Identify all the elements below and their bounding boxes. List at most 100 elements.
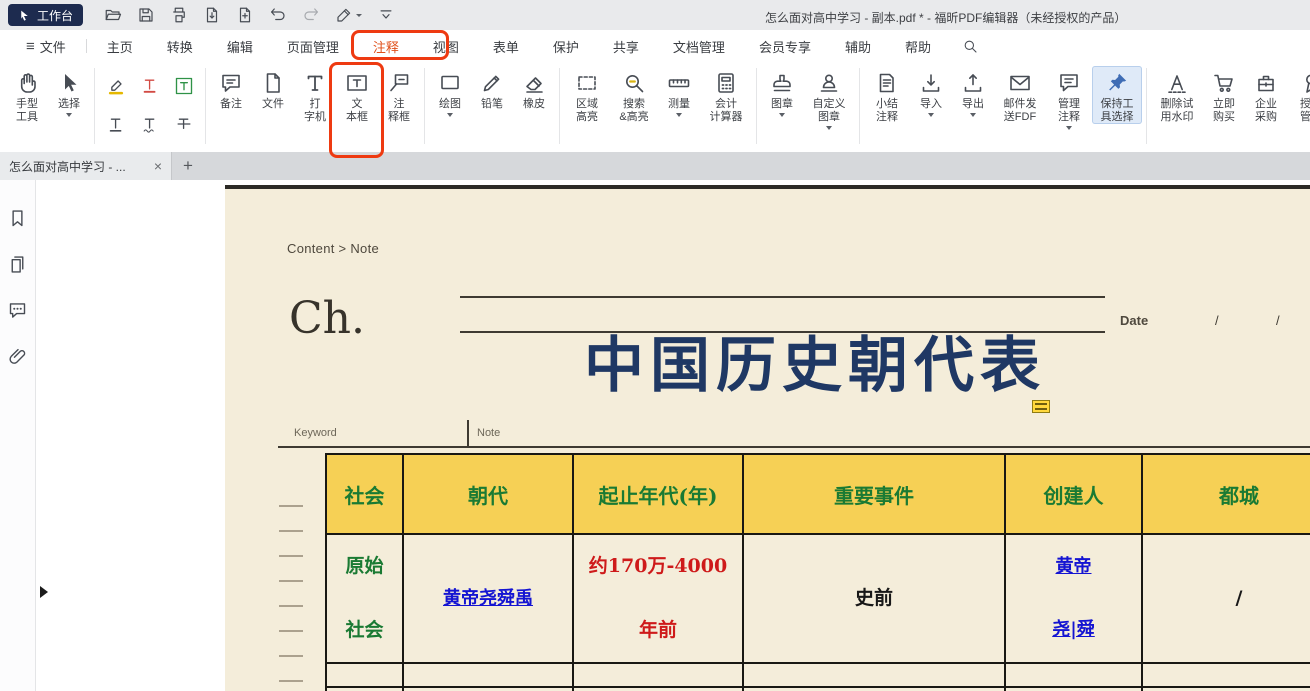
typewriter-icon: [303, 68, 327, 98]
menu-document-management[interactable]: 文档管理: [657, 30, 741, 62]
measure-button[interactable]: 测量: [658, 66, 700, 124]
table-header-2: 起止年代(年): [574, 455, 744, 533]
ribbon-separator: [205, 68, 206, 144]
doc-link[interactable]: 黄帝尧舜禹: [443, 588, 533, 610]
sticky-note-icon[interactable]: [1032, 400, 1050, 413]
file-attach-button[interactable]: 文件: [252, 66, 294, 124]
clip-icon: [7, 346, 28, 367]
menu-edit[interactable]: 编辑: [211, 30, 269, 62]
save-button[interactable]: [134, 3, 158, 27]
text-markup-grid: [99, 66, 201, 144]
callout-icon: [387, 68, 411, 98]
button-label: 打字机: [304, 98, 326, 124]
export-pdf-button[interactable]: [200, 3, 224, 27]
button-label: 导入: [920, 98, 942, 111]
customstamp-icon: [817, 68, 841, 98]
highlight-tool[interactable]: [99, 66, 133, 105]
export-comments-button[interactable]: 导出: [952, 66, 994, 124]
menubar-divider: [86, 39, 87, 53]
menu-share[interactable]: 共享: [597, 30, 655, 62]
menu-home[interactable]: 主页: [91, 30, 149, 62]
accounting-calculator-button[interactable]: 会计计算器: [700, 66, 752, 124]
more-icon: [377, 6, 395, 24]
menu-comment[interactable]: 注释: [357, 30, 415, 62]
eraser-icon: [522, 68, 546, 98]
document-tab[interactable]: 怎么面对高中学习 - ... ×: [0, 152, 172, 180]
menu-view[interactable]: 视图: [417, 30, 475, 62]
redo-button[interactable]: [299, 3, 323, 27]
print-button[interactable]: [167, 3, 191, 27]
typewriter-button[interactable]: 打字机: [294, 66, 336, 124]
doc-link[interactable]: 黄帝: [1056, 556, 1092, 578]
menu-page-management[interactable]: 页面管理: [271, 30, 355, 62]
new-tab-button[interactable]: +: [172, 152, 204, 180]
select-tool-button[interactable]: 选择: [48, 66, 90, 124]
open-file-button[interactable]: [101, 3, 125, 27]
menu-label: 视图: [433, 37, 459, 56]
textbox-icon: [345, 68, 369, 98]
underline-tool[interactable]: [99, 105, 133, 144]
button-label: 选择: [58, 98, 80, 111]
license-management-button[interactable]: 授权管理: [1287, 66, 1310, 124]
enterprise-purchase-button[interactable]: 企业采购: [1245, 66, 1287, 124]
button-label: 文本框: [346, 98, 368, 124]
menu-file[interactable]: ≡文件: [10, 30, 82, 62]
squiggly-underline-tool[interactable]: [133, 105, 167, 144]
import-comments-button[interactable]: 导入: [910, 66, 952, 124]
comments-panel-button[interactable]: [6, 298, 30, 322]
manage-comments-button[interactable]: 管理注释: [1046, 66, 1092, 130]
textbox-button[interactable]: 文本框: [336, 66, 378, 124]
custom-stamp-button[interactable]: 自定义图章: [803, 66, 855, 130]
pages-panel-button[interactable]: [6, 252, 30, 276]
strikeout-tool[interactable]: [167, 105, 201, 144]
doc-chapter-label: Ch.: [289, 293, 365, 344]
table-cell-r0c0: 原始社会: [327, 535, 404, 662]
drawing-button[interactable]: 绘图: [429, 66, 471, 124]
workspace-button[interactable]: 工作台: [8, 4, 83, 26]
undo-button[interactable]: [266, 3, 290, 27]
menu-help[interactable]: 帮助: [889, 30, 947, 62]
menu-assist[interactable]: 辅助: [829, 30, 887, 62]
search-highlight-button[interactable]: 搜索&高亮: [610, 66, 658, 124]
menu-form[interactable]: 表单: [477, 30, 535, 62]
boxed-text-tool[interactable]: [167, 66, 201, 105]
keep-tool-selected-button[interactable]: 保持工具选择: [1092, 66, 1142, 124]
bookmarks-panel-button[interactable]: [6, 206, 30, 230]
pencil-button[interactable]: 铅笔: [471, 66, 513, 124]
menubar: ≡文件主页转换编辑页面管理注释视图表单保护共享文档管理会员专享辅助帮助: [0, 30, 1310, 62]
document-canvas: Content > Note Ch. Date / / 中国历史朝代表 Keyw…: [36, 180, 1310, 691]
remove-trial-watermark-button[interactable]: 删除试用水印: [1151, 66, 1203, 124]
ribbon-separator: [559, 68, 560, 144]
summary-icon: [875, 68, 899, 98]
summarize-comments-button[interactable]: 小结注释: [864, 66, 910, 124]
cell-text: 约170万-4000: [589, 555, 727, 578]
button-label: 自定义图章: [813, 98, 846, 124]
doc-link[interactable]: 尧|舜: [1052, 619, 1095, 641]
create-pdf-button[interactable]: [233, 3, 257, 27]
button-label: 测量: [668, 98, 690, 111]
panel-expand-toggle[interactable]: [40, 586, 48, 598]
email-fdf-button[interactable]: 邮件发送FDF: [994, 66, 1046, 124]
button-label: 绘图: [439, 98, 461, 111]
margin-rule-line: [279, 655, 303, 657]
area-highlight-button[interactable]: 区域高亮: [564, 66, 610, 124]
menu-convert[interactable]: 转换: [151, 30, 209, 62]
callout-button[interactable]: 注释框: [378, 66, 420, 124]
buy-now-button[interactable]: 立即购买: [1203, 66, 1245, 124]
ribbon-separator: [94, 68, 95, 144]
menu-member[interactable]: 会员专享: [743, 30, 827, 62]
eraser-button[interactable]: 橡皮: [513, 66, 555, 124]
pen-tool-button[interactable]: [332, 3, 365, 27]
quick-toolbar-more-button[interactable]: [374, 3, 398, 27]
hand-tool-button[interactable]: 手型工具: [6, 66, 48, 124]
close-tab-icon[interactable]: ×: [148, 158, 162, 174]
note-button[interactable]: 备注: [210, 66, 252, 124]
attachments-panel-button[interactable]: [6, 344, 30, 368]
menu-label: 文件: [40, 37, 66, 56]
menu-search-button[interactable]: [957, 33, 983, 59]
button-label: 管理注释: [1058, 98, 1080, 124]
menu-protect[interactable]: 保护: [537, 30, 595, 62]
replace-text-tool[interactable]: [133, 66, 167, 105]
stamp-button[interactable]: 图章: [761, 66, 803, 124]
table-header-row: 社会朝代起止年代(年)重要事件创建人都城: [327, 455, 1310, 535]
